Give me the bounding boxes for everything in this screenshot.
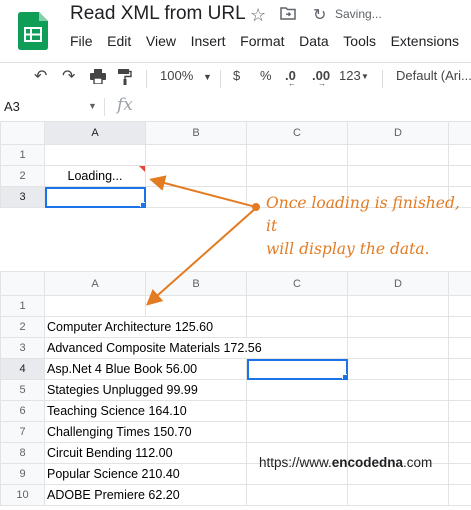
arrow-to-loading [149,175,257,208]
arrow-to-data [146,207,257,306]
site-credit: https://www.encodedna.com [259,455,432,470]
annotation-line-2: will display the data. [266,240,430,258]
credit-suffix: .com [403,455,433,470]
credit-brand: encodedna [331,455,404,470]
arrow-origin-dot [252,203,260,211]
annotation-text: Once loading is finished, it will displa… [266,192,471,261]
credit-prefix: https://www. [259,455,332,470]
annotation-line-1: Once loading is finished, it [266,194,460,235]
